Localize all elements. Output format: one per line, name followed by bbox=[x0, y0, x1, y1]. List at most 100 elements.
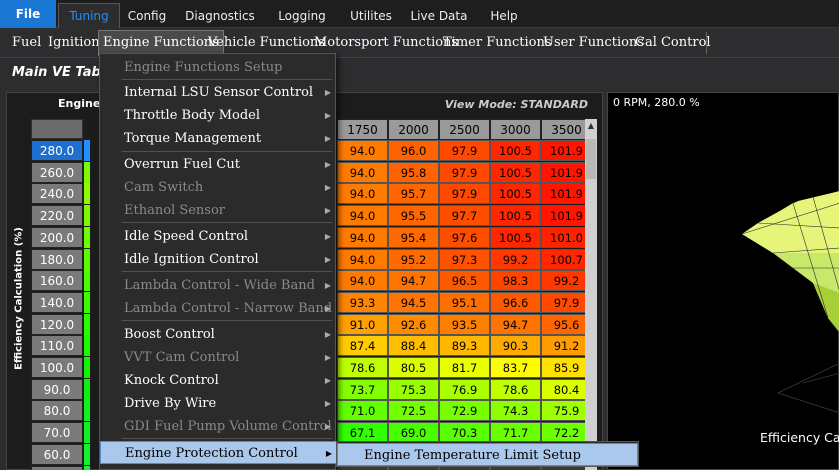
table-cell[interactable]: 95.1 bbox=[439, 291, 490, 313]
table-cell[interactable]: 78.6 bbox=[490, 378, 541, 400]
table-scrollbar[interactable]: ▲ bbox=[585, 119, 597, 470]
row-header[interactable]: 260.0 bbox=[31, 161, 83, 183]
table-cell[interactable]: 95.4 bbox=[388, 226, 439, 248]
dropdown-item-cam-switch[interactable]: Cam Switch ▶ bbox=[100, 176, 335, 199]
table-cell[interactable]: 100.5 bbox=[490, 140, 541, 161]
scroll-up-icon[interactable]: ▲ bbox=[585, 119, 597, 133]
table-cell[interactable]: 99.2 bbox=[490, 248, 541, 270]
menu-fuel[interactable]: Fuel bbox=[12, 28, 41, 58]
row-header[interactable]: 90.0 bbox=[31, 378, 83, 400]
dropdown-item-engine-functions-setup[interactable]: Engine Functions Setup bbox=[100, 56, 335, 79]
table-cell[interactable]: 97.7 bbox=[439, 205, 490, 227]
table-cell[interactable]: 90.3 bbox=[490, 335, 541, 357]
table-cell[interactable]: 95.8 bbox=[388, 161, 439, 183]
tab-live-data[interactable]: Live Data bbox=[408, 5, 470, 27]
scrollbar-thumb[interactable] bbox=[586, 139, 596, 179]
table-cell-partial[interactable] bbox=[84, 270, 90, 292]
tab-diagnostics[interactable]: Diagnostics bbox=[180, 5, 260, 27]
table-cell[interactable]: 97.6 bbox=[439, 226, 490, 248]
tab-logging[interactable]: Logging bbox=[270, 5, 334, 27]
dropdown-item-vvt-cam-control[interactable]: VVT Cam Control ▶ bbox=[100, 346, 335, 369]
table-cell-partial[interactable] bbox=[84, 140, 90, 161]
table-cell[interactable]: 94.0 bbox=[337, 248, 388, 270]
table-cell[interactable]: 88.4 bbox=[388, 335, 439, 357]
menu-ignition[interactable]: Ignition bbox=[48, 28, 100, 58]
row-header[interactable]: 120.0 bbox=[31, 313, 83, 335]
tab-utilites[interactable]: Utilites bbox=[343, 5, 399, 27]
table-cell-partial[interactable] bbox=[84, 226, 90, 248]
table-cell[interactable]: 72.9 bbox=[439, 400, 490, 422]
row-header[interactable]: 70.0 bbox=[31, 422, 83, 444]
table-cell[interactable]: 93.5 bbox=[439, 313, 490, 335]
row-header[interactable]: 160.0 bbox=[31, 270, 83, 292]
table-cell[interactable]: 94.7 bbox=[490, 313, 541, 335]
table-cell-partial[interactable] bbox=[84, 205, 90, 227]
menu-user-functions[interactable]: User Functions bbox=[543, 28, 644, 58]
table-cell-partial[interactable] bbox=[84, 465, 90, 470]
dropdown-item-drive-by-wire[interactable]: Drive By Wire ▶ bbox=[100, 392, 335, 415]
table-cell-partial[interactable] bbox=[84, 378, 90, 400]
table-cell[interactable]: 94.0 bbox=[337, 161, 388, 183]
table-cell-partial[interactable] bbox=[84, 313, 90, 335]
table-cell[interactable]: 83.7 bbox=[490, 357, 541, 378]
table-cell[interactable]: 78.6 bbox=[337, 357, 388, 378]
table-cell[interactable]: 74.3 bbox=[490, 400, 541, 422]
dropdown-item-throttle-body-model[interactable]: Throttle Body Model ▶ bbox=[100, 104, 335, 127]
table-cell[interactable]: 94.0 bbox=[337, 205, 388, 227]
table-cell[interactable]: 94.0 bbox=[337, 226, 388, 248]
dropdown-item-overrun-fuel-cut[interactable]: Overrun Fuel Cut ▶ bbox=[100, 153, 335, 176]
table-cell[interactable]: 81.7 bbox=[439, 357, 490, 378]
table-cell-partial[interactable] bbox=[84, 183, 90, 205]
table-cell-partial[interactable] bbox=[84, 335, 90, 357]
table-cell-partial[interactable] bbox=[84, 443, 90, 465]
table-cell[interactable]: 73.7 bbox=[337, 378, 388, 400]
table-cell[interactable]: 70.3 bbox=[439, 422, 490, 444]
row-header[interactable]: 240.0 bbox=[31, 183, 83, 205]
table-cell[interactable]: 89.3 bbox=[439, 335, 490, 357]
row-header[interactable]: 110.0 bbox=[31, 335, 83, 357]
table-cell[interactable]: 97.3 bbox=[439, 248, 490, 270]
table-cell-partial[interactable] bbox=[84, 161, 90, 183]
dropdown-item-engine-protection-control[interactable]: Engine Protection Control ▶ bbox=[100, 441, 337, 464]
tab-help[interactable]: Help bbox=[484, 5, 524, 27]
table-cell[interactable]: 72.5 bbox=[388, 400, 439, 422]
row-header[interactable]: 180.0 bbox=[31, 248, 83, 270]
table-cell[interactable]: 100.5 bbox=[490, 161, 541, 183]
dropdown-item-idle-speed-control[interactable]: Idle Speed Control ▶ bbox=[100, 225, 335, 248]
table-cell[interactable]: 80.5 bbox=[388, 357, 439, 378]
table-cell[interactable]: 97.9 bbox=[439, 161, 490, 183]
table-cell[interactable]: 67.1 bbox=[337, 422, 388, 444]
table-cell[interactable]: 95.2 bbox=[388, 248, 439, 270]
table-cell[interactable]: 98.3 bbox=[490, 270, 541, 292]
table-cell-partial[interactable] bbox=[84, 248, 90, 270]
menu-cal-control[interactable]: Cal Control bbox=[635, 28, 711, 58]
table-cell[interactable]: 96.5 bbox=[439, 270, 490, 292]
table-cell[interactable]: 97.9 bbox=[439, 140, 490, 161]
table-cell[interactable]: 100.5 bbox=[490, 183, 541, 205]
surface-graph[interactable] bbox=[608, 93, 839, 470]
table-cell[interactable]: 94.7 bbox=[388, 270, 439, 292]
table-cell[interactable]: 94.0 bbox=[337, 140, 388, 161]
row-header[interactable]: 60.0 bbox=[31, 443, 83, 465]
table-cell[interactable]: 87.4 bbox=[337, 335, 388, 357]
dropdown-item-knock-control[interactable]: Knock Control ▶ bbox=[100, 369, 335, 392]
dropdown-item-lambda-control-narrow-band[interactable]: Lambda Control - Narrow Band ▶ bbox=[100, 297, 335, 320]
row-header[interactable]: 200.0 bbox=[31, 226, 83, 248]
table-cell[interactable]: 100.5 bbox=[490, 205, 541, 227]
table-cell[interactable]: 95.5 bbox=[388, 205, 439, 227]
tab-config[interactable]: Config bbox=[122, 5, 172, 27]
table-cell[interactable]: 91.0 bbox=[337, 313, 388, 335]
table-cell[interactable]: 94.0 bbox=[337, 270, 388, 292]
table-cell[interactable]: 95.7 bbox=[388, 183, 439, 205]
table-cell[interactable]: 97.9 bbox=[439, 183, 490, 205]
dropdown-item-boost-control[interactable]: Boost Control ▶ bbox=[100, 323, 335, 346]
table-cell[interactable]: 76.9 bbox=[439, 378, 490, 400]
table-cell-partial[interactable] bbox=[84, 291, 90, 313]
dropdown-item-internal-lsu-sensor-control[interactable]: Internal LSU Sensor Control ▶ bbox=[100, 81, 335, 104]
table-cell[interactable]: 92.6 bbox=[388, 313, 439, 335]
row-header[interactable]: 80.0 bbox=[31, 400, 83, 422]
row-header[interactable]: 140.0 bbox=[31, 291, 83, 313]
table-cell-partial[interactable] bbox=[84, 400, 90, 422]
tab-tuning[interactable]: Tuning bbox=[58, 3, 120, 28]
dropdown-item-idle-ignition-control[interactable]: Idle Ignition Control ▶ bbox=[100, 248, 335, 271]
